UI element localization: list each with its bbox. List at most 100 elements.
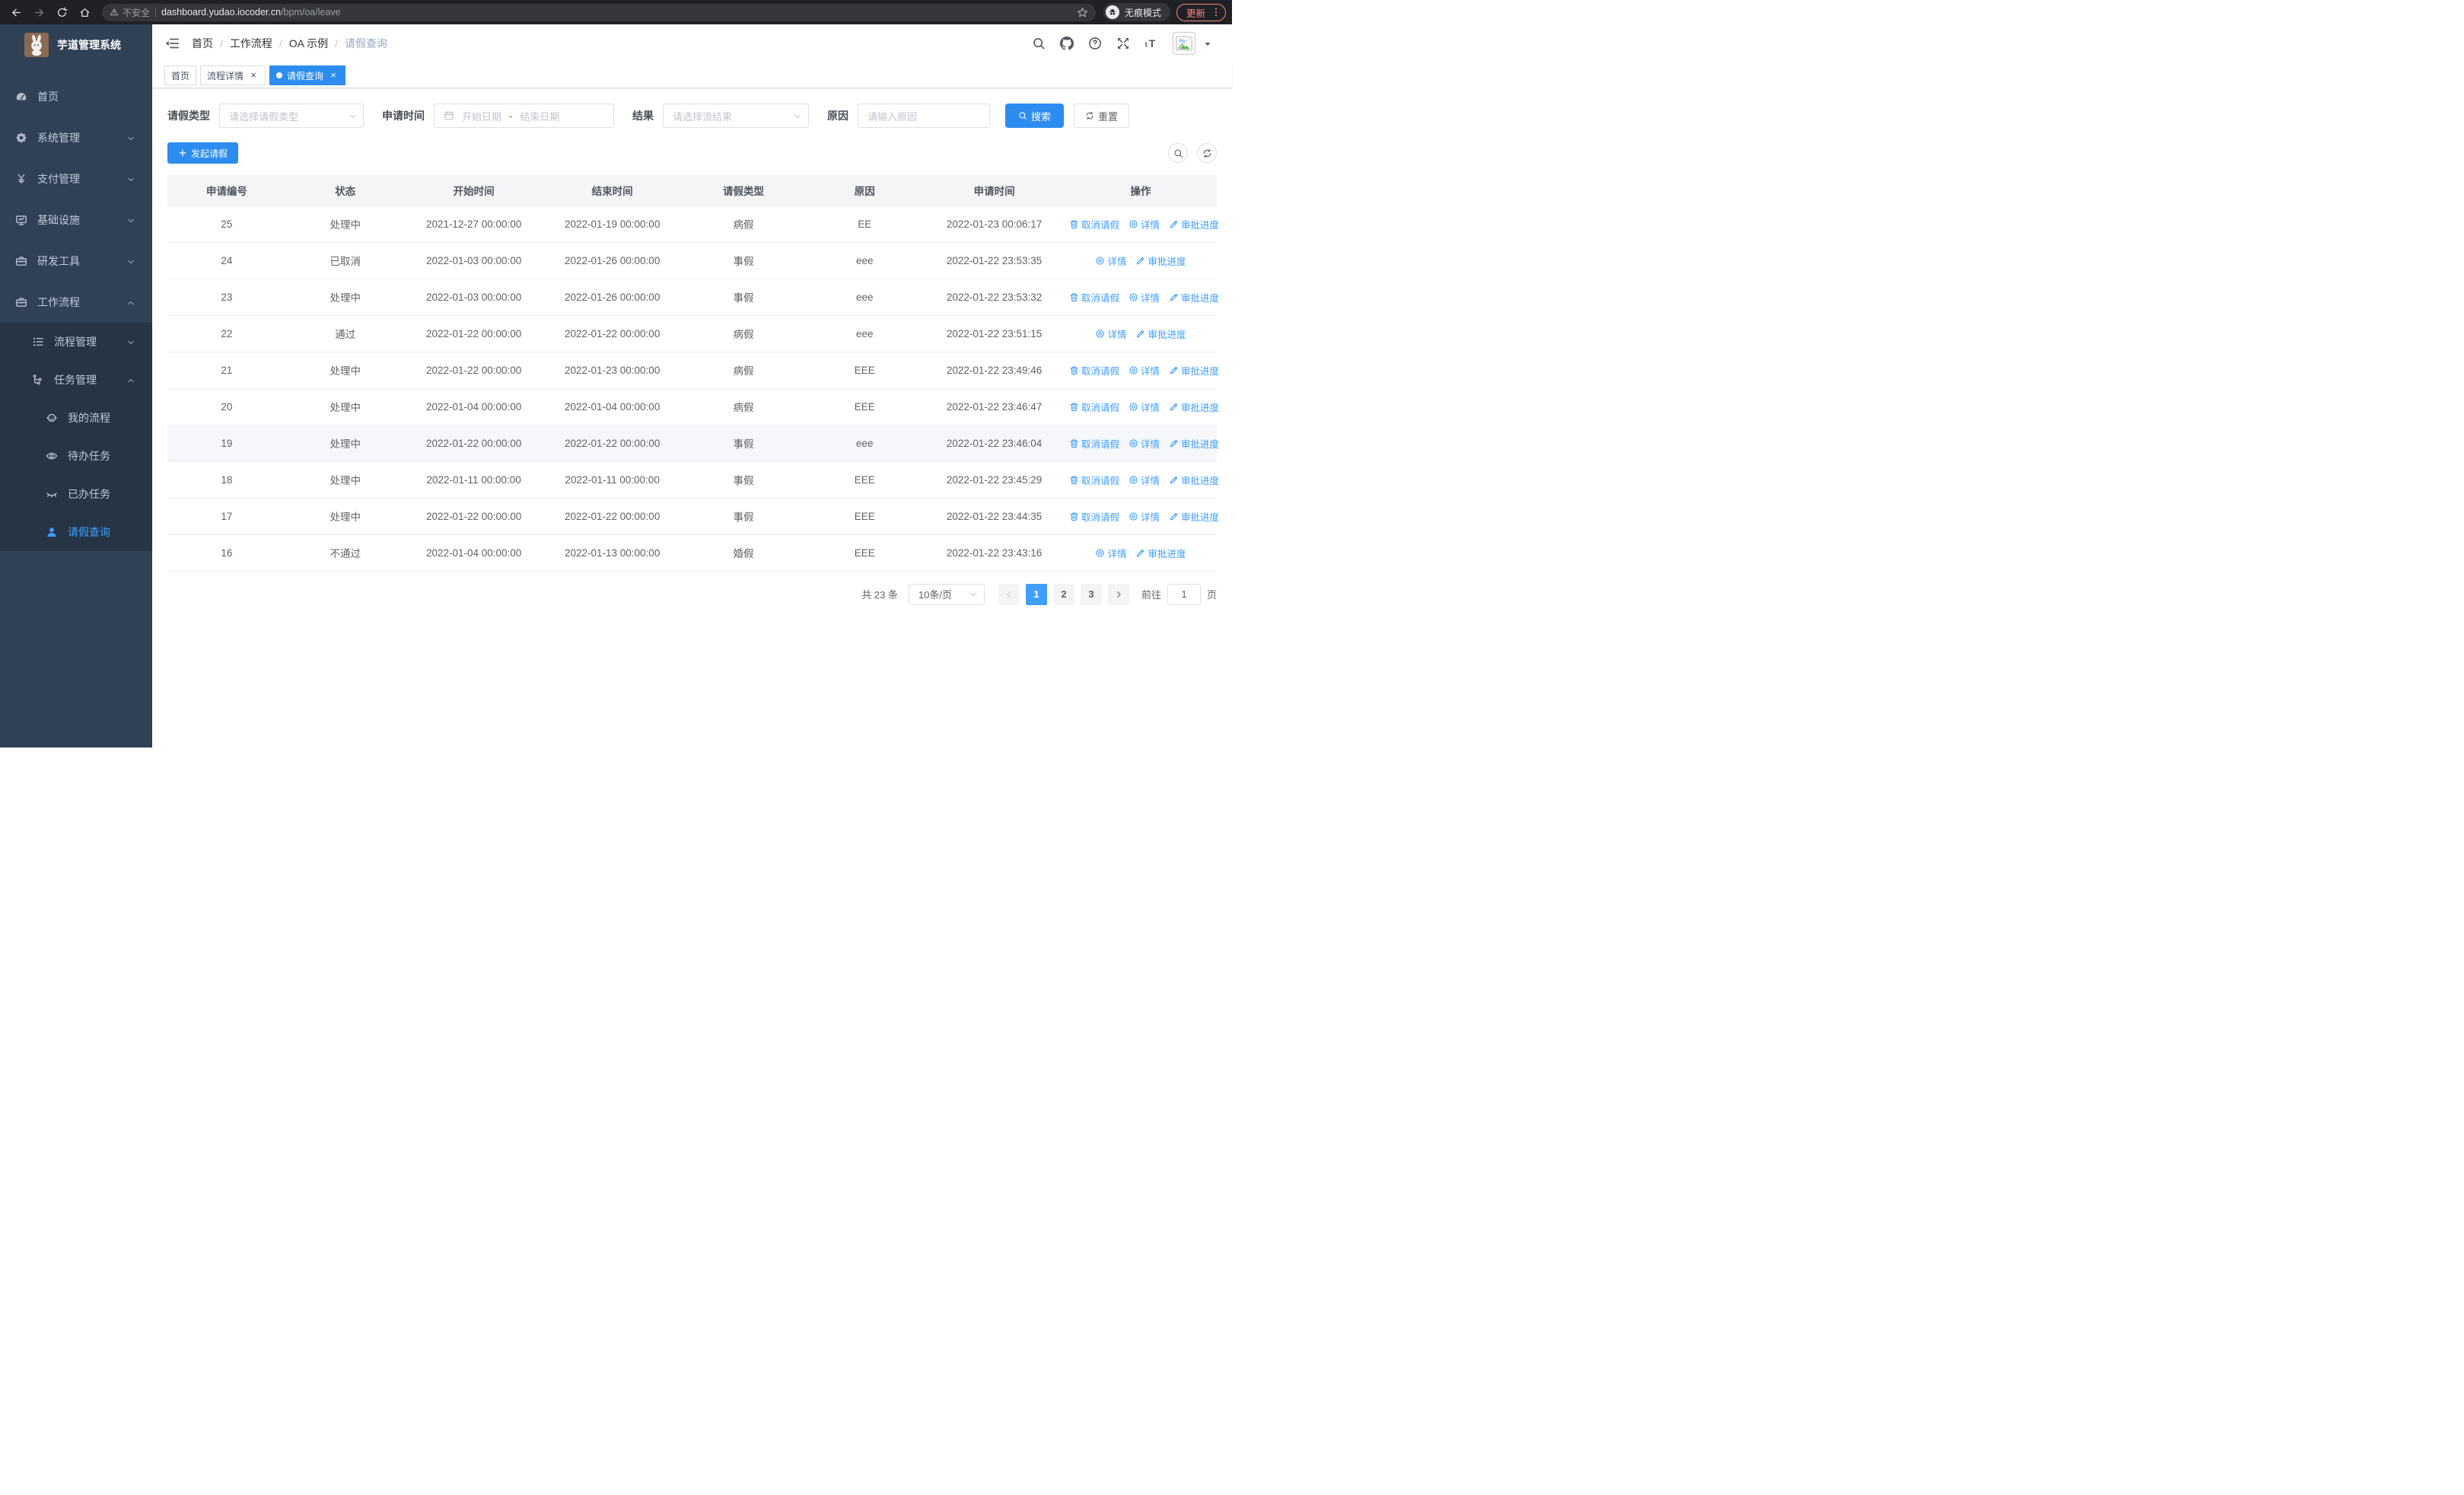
action-label: 详情	[1107, 548, 1127, 559]
sidebar-item-todo-tasks[interactable]: 待办任务	[0, 437, 152, 475]
tab-process-detail[interactable]: 流程详情 ×	[200, 65, 266, 85]
page-button-1[interactable]: 1	[1025, 583, 1047, 605]
browser-update-button[interactable]: 更新	[1176, 3, 1226, 21]
search-button[interactable]: 搜索	[1005, 104, 1065, 128]
sidebar-collapse-icon[interactable]	[164, 36, 180, 51]
page-button-2[interactable]: 2	[1052, 583, 1074, 605]
approval-progress-action[interactable]: 审批进度	[1135, 253, 1186, 268]
user-avatar[interactable]	[1173, 32, 1195, 55]
detail-action[interactable]: 详情	[1129, 436, 1160, 451]
detail-action[interactable]: 详情	[1129, 400, 1160, 414]
prev-page-button[interactable]	[998, 583, 1020, 605]
approval-progress-action[interactable]: 审批进度	[1135, 327, 1186, 341]
update-label: 更新	[1186, 8, 1205, 19]
tab-home[interactable]: 首页	[164, 65, 197, 85]
approval-progress-action[interactable]: 审批进度	[1169, 436, 1219, 451]
fullscreen-icon[interactable]	[1116, 37, 1130, 50]
detail-action[interactable]: 详情	[1129, 290, 1160, 304]
close-tab-icon[interactable]: ×	[248, 70, 259, 81]
sidebar-item-devtools[interactable]: 研发工具	[0, 241, 152, 282]
sidebar-logo[interactable]: 芋道管理系统	[0, 24, 152, 65]
detail-action[interactable]: 详情	[1129, 217, 1160, 231]
browser-menu-icon[interactable]	[1211, 7, 1221, 18]
detail-action[interactable]: 详情	[1129, 509, 1160, 524]
approval-progress-action[interactable]: 审批进度	[1169, 509, 1219, 524]
create-leave-button[interactable]: 发起请假	[167, 142, 239, 164]
cell-type: 事假	[681, 242, 806, 279]
action-label: 审批进度	[1181, 219, 1220, 231]
reason-input[interactable]: 请输入原因	[858, 104, 990, 128]
detail-action[interactable]: 详情	[1095, 327, 1126, 341]
sidebar-item-system[interactable]: 系统管理	[0, 117, 152, 158]
next-page-button[interactable]	[1107, 583, 1129, 605]
approval-progress-action[interactable]: 审批进度	[1169, 473, 1219, 487]
cancel-leave-action[interactable]: 取消请假	[1069, 473, 1119, 487]
cell-start: 2022-01-03 00:00:00	[404, 242, 543, 279]
sidebar-item-workflow[interactable]: 工作流程	[0, 282, 152, 323]
cancel-leave-action[interactable]: 取消请假	[1069, 400, 1119, 414]
tab-leave-query[interactable]: 请假查询 ×	[269, 65, 346, 85]
broken-image-icon	[1175, 35, 1193, 52]
approval-progress-action[interactable]: 审批进度	[1169, 217, 1219, 231]
sidebar-menu: 首页 系统管理 支付管理 基础设施 研发工具 工作流程 流程管理 任务管理 我的流程 待办任务 已办…	[0, 65, 152, 748]
apply-time-range-picker[interactable]: 开始日期 - 结束日期	[434, 104, 614, 128]
github-icon[interactable]	[1060, 37, 1074, 50]
goto-suffix: 页	[1206, 589, 1217, 601]
page-size-select[interactable]: 10条/页	[908, 583, 985, 605]
approval-progress-action[interactable]: 审批进度	[1169, 400, 1219, 414]
toggle-search-button[interactable]	[1168, 143, 1188, 163]
sidebar-item-payment[interactable]: 支付管理	[0, 158, 152, 199]
detail-action[interactable]: 详情	[1129, 363, 1160, 378]
close-tab-icon[interactable]: ×	[328, 70, 339, 81]
yen-icon	[15, 173, 27, 185]
search-icon	[1018, 111, 1027, 120]
sidebar-item-my-process[interactable]: 我的流程	[0, 399, 152, 437]
action-label: 取消请假	[1081, 365, 1119, 377]
cell-type: 病假	[681, 206, 806, 243]
help-icon[interactable]	[1088, 37, 1102, 50]
address-bar[interactable]: 不安全 dashboard.yudao.iocoder.cn/bpm/oa/le…	[102, 3, 1096, 21]
browser-home-button[interactable]	[75, 2, 94, 22]
cell-reason: eee	[805, 279, 925, 316]
cancel-leave-action[interactable]: 取消请假	[1069, 436, 1119, 451]
avatar-caret-icon[interactable]	[1203, 39, 1212, 48]
browser-back-button[interactable]	[6, 2, 26, 22]
view-icon	[1129, 512, 1138, 521]
detail-action[interactable]: 详情	[1129, 473, 1160, 487]
sidebar-item-done-tasks[interactable]: 已办任务	[0, 475, 152, 513]
sidebar-item-label: 请假查询	[68, 526, 110, 538]
sidebar-item-infra[interactable]: 基础设施	[0, 199, 152, 241]
refresh-table-button[interactable]	[1197, 143, 1217, 163]
sidebar-item-home[interactable]: 首页	[0, 76, 152, 117]
leave-type-select[interactable]: 请选择请假类型	[219, 104, 364, 128]
approval-progress-action[interactable]: 审批进度	[1169, 290, 1219, 304]
font-size-icon[interactable]: tT	[1144, 37, 1158, 50]
cancel-leave-action[interactable]: 取消请假	[1069, 363, 1119, 378]
bookmark-star-icon[interactable]	[1077, 7, 1088, 18]
detail-action[interactable]: 详情	[1095, 546, 1126, 560]
tab-label: 首页	[171, 70, 190, 81]
cancel-leave-action[interactable]: 取消请假	[1069, 509, 1119, 524]
approval-progress-action[interactable]: 审批进度	[1169, 363, 1219, 378]
reset-button[interactable]: 重置	[1074, 104, 1130, 128]
browser-forward-button[interactable]	[29, 2, 49, 22]
sidebar-item-leave-query[interactable]: 请假查询	[0, 513, 152, 551]
sidebar-item-task-mgmt[interactable]: 任务管理	[0, 361, 152, 399]
cancel-leave-action[interactable]: 取消请假	[1069, 217, 1119, 231]
breadcrumb-item[interactable]: 工作流程	[230, 36, 272, 51]
approval-progress-action[interactable]: 审批进度	[1135, 546, 1186, 560]
sidebar-item-process-mgmt[interactable]: 流程管理	[0, 323, 152, 361]
breadcrumb-item[interactable]: 首页	[192, 36, 213, 51]
header-search-icon[interactable]	[1032, 37, 1046, 50]
site-security-chip[interactable]: 不安全	[110, 6, 150, 19]
browser-reload-button[interactable]	[52, 2, 72, 22]
goto-page-input[interactable]: 1	[1167, 583, 1201, 605]
cancel-leave-action[interactable]: 取消请假	[1069, 290, 1119, 304]
detail-action[interactable]: 详情	[1095, 253, 1126, 268]
calendar-icon	[444, 110, 454, 121]
result-select[interactable]: 请选择流结果	[663, 104, 809, 128]
incognito-label: 无痕模式	[1124, 7, 1161, 18]
breadcrumb-item[interactable]: OA 示例	[289, 36, 328, 51]
divider	[155, 7, 157, 18]
page-button-3[interactable]: 3	[1080, 583, 1102, 605]
